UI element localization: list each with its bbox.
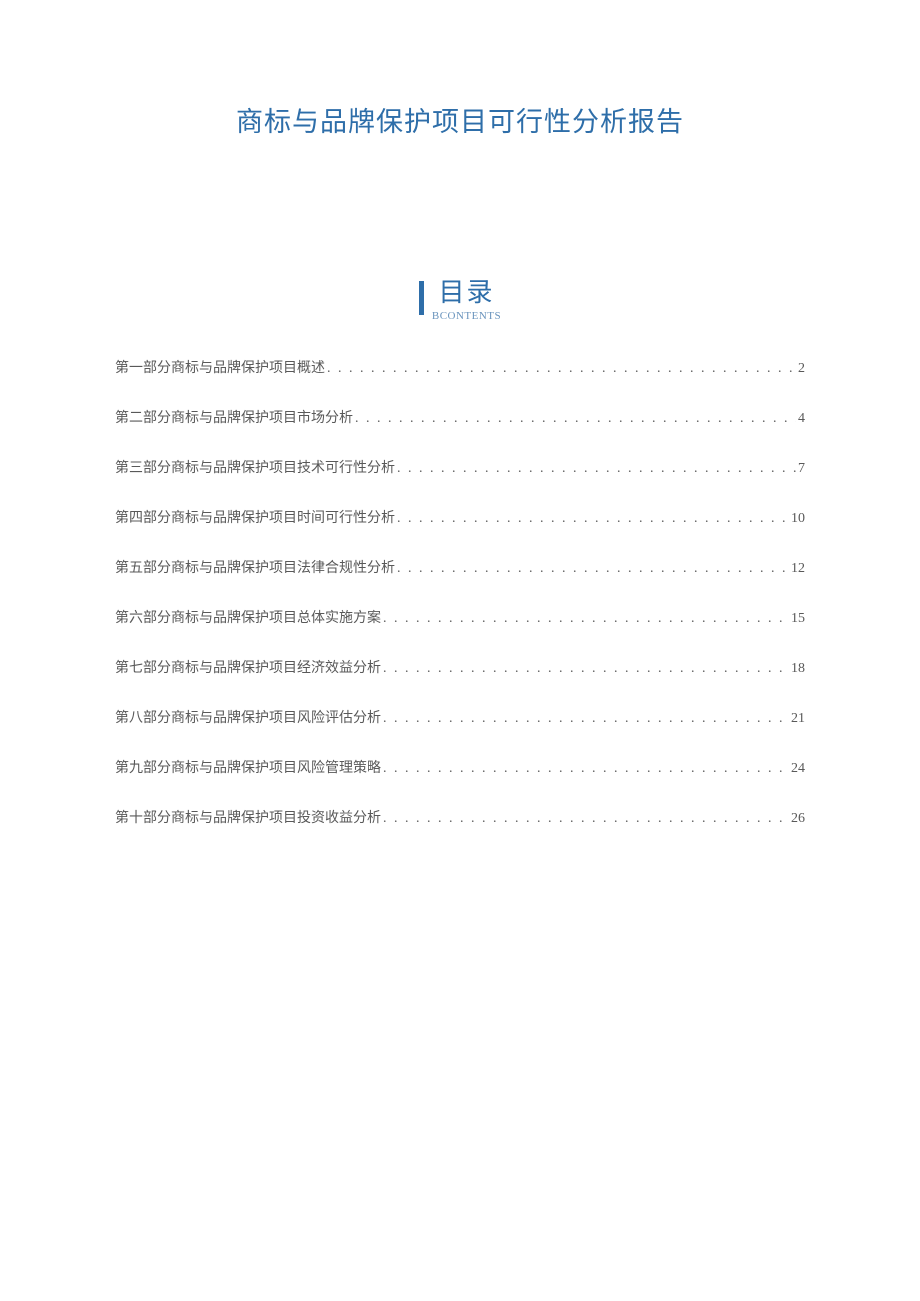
toc-item-page: 12 (789, 561, 805, 577)
toc-leader-dots (381, 611, 789, 627)
toc-item-label: 第七部分商标与品牌保护项目经济效益分析 (115, 657, 381, 677)
toc-heading-cn: 目录 (438, 279, 494, 308)
document-page: 商标与品牌保护项目可行性分析报告 目录 BCONTENTS 第一部分商标与品牌保… (0, 0, 920, 827)
toc-leader-dots (395, 561, 789, 577)
toc-item-page: 18 (789, 661, 805, 677)
toc-leader-dots (381, 761, 789, 777)
toc-accent-bar (419, 281, 424, 315)
toc-heading-en: BCONTENTS (432, 310, 501, 322)
toc-item: 第一部分商标与品牌保护项目概述 2 (115, 357, 805, 377)
toc-item: 第十部分商标与品牌保护项目投资收益分析 26 (115, 807, 805, 827)
toc-header-inner: 目录 BCONTENTS (419, 279, 501, 322)
toc-item: 第九部分商标与品牌保护项目风险管理策略 24 (115, 757, 805, 777)
toc-leader-dots (325, 361, 796, 377)
toc-header: 目录 BCONTENTS (115, 279, 805, 322)
toc-item-label: 第五部分商标与品牌保护项目法律合规性分析 (115, 557, 395, 577)
toc-item-label: 第三部分商标与品牌保护项目技术可行性分析 (115, 457, 395, 477)
toc-item-page: 21 (789, 711, 805, 727)
toc-item-label: 第十部分商标与品牌保护项目投资收益分析 (115, 807, 381, 827)
toc-item-page: 7 (796, 461, 805, 477)
toc-item: 第四部分商标与品牌保护项目时间可行性分析 10 (115, 507, 805, 527)
toc-item: 第三部分商标与品牌保护项目技术可行性分析 7 (115, 457, 805, 477)
document-title: 商标与品牌保护项目可行性分析报告 (115, 100, 805, 139)
toc-leader-dots (395, 511, 789, 527)
toc-item: 第六部分商标与品牌保护项目总体实施方案 15 (115, 607, 805, 627)
toc-leader-dots (353, 411, 796, 427)
toc-item: 第五部分商标与品牌保护项目法律合规性分析 12 (115, 557, 805, 577)
toc-item-label: 第九部分商标与品牌保护项目风险管理策略 (115, 757, 381, 777)
toc-item-page: 26 (789, 811, 805, 827)
toc-leader-dots (381, 811, 789, 827)
toc-titles: 目录 BCONTENTS (432, 279, 501, 322)
toc-leader-dots (381, 661, 789, 677)
toc-item: 第七部分商标与品牌保护项目经济效益分析 18 (115, 657, 805, 677)
toc-item-page: 2 (796, 361, 805, 377)
toc-item-page: 4 (796, 411, 805, 427)
toc-item-label: 第四部分商标与品牌保护项目时间可行性分析 (115, 507, 395, 527)
toc-item-label: 第二部分商标与品牌保护项目市场分析 (115, 407, 353, 427)
toc-item-page: 10 (789, 511, 805, 527)
toc-item-label: 第六部分商标与品牌保护项目总体实施方案 (115, 607, 381, 627)
toc-item: 第二部分商标与品牌保护项目市场分析 4 (115, 407, 805, 427)
toc-leader-dots (395, 461, 796, 477)
toc-item-page: 24 (789, 761, 805, 777)
toc-item-label: 第八部分商标与品牌保护项目风险评估分析 (115, 707, 381, 727)
toc-item-page: 15 (789, 611, 805, 627)
toc-list: 第一部分商标与品牌保护项目概述 2 第二部分商标与品牌保护项目市场分析 4 第三… (115, 357, 805, 827)
toc-leader-dots (381, 711, 789, 727)
toc-item: 第八部分商标与品牌保护项目风险评估分析 21 (115, 707, 805, 727)
toc-item-label: 第一部分商标与品牌保护项目概述 (115, 357, 325, 377)
